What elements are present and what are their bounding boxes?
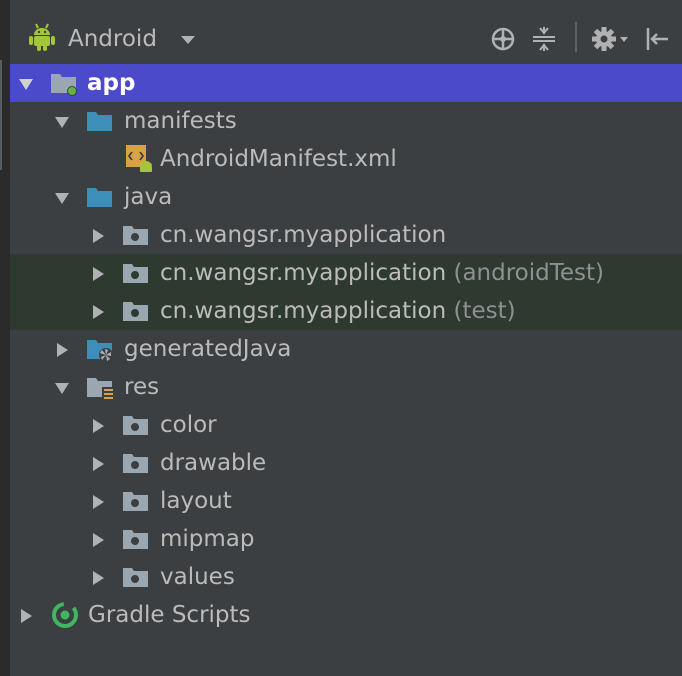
- module-folder-icon: [50, 70, 78, 96]
- tree-node-label: mipmap: [160, 526, 255, 552]
- tree-node-package-android-test[interactable]: cn.wangsr.myapplication (androidTest): [10, 254, 682, 292]
- expand-arrow-right-icon[interactable]: [90, 228, 106, 244]
- hide-panel-icon[interactable]: [642, 24, 672, 54]
- expand-arrow-right-icon[interactable]: [90, 456, 106, 472]
- expand-arrow-right-icon[interactable]: [90, 266, 106, 282]
- tree-node-label: cn.wangsr.myapplication (test): [160, 298, 516, 324]
- expand-arrow-right-icon[interactable]: [90, 418, 106, 434]
- folder-icon: [86, 108, 114, 134]
- toolbar-divider: [575, 22, 577, 52]
- generated-folder-icon: [86, 336, 114, 362]
- package-folder-icon: [122, 526, 150, 552]
- source-set-suffix: (test): [453, 298, 516, 324]
- source-set-suffix: (androidTest): [453, 260, 604, 286]
- tree-node-label: AndroidManifest.xml: [160, 146, 397, 172]
- package-folder-icon: [122, 564, 150, 590]
- resources-folder-icon: [86, 374, 114, 400]
- tree-node-label: java: [124, 184, 173, 210]
- locate-icon[interactable]: [488, 24, 518, 54]
- view-selector-dropdown[interactable]: Android: [28, 18, 195, 60]
- tree-node-android-manifest[interactable]: AndroidManifest.xml: [10, 140, 682, 178]
- tree-node-package-main[interactable]: cn.wangsr.myapplication: [10, 216, 682, 254]
- tree-node-generated-java[interactable]: generatedJava: [10, 330, 682, 368]
- tree-node-label: cn.wangsr.myapplication: [160, 222, 447, 248]
- tree-node-gradle-scripts[interactable]: Gradle Scripts: [10, 596, 682, 634]
- tree-node-label: cn.wangsr.myapplication (androidTest): [160, 260, 604, 286]
- tree-node-java[interactable]: java: [10, 178, 682, 216]
- tree-node-label: Gradle Scripts: [88, 602, 251, 628]
- package-name: cn.wangsr.myapplication: [160, 298, 447, 324]
- tree-node-values[interactable]: values: [10, 558, 682, 596]
- expand-arrow-right-icon[interactable]: [90, 570, 106, 586]
- tree-node-color[interactable]: color: [10, 406, 682, 444]
- project-toolbar: Android: [10, 0, 682, 65]
- expand-arrow-right-icon[interactable]: [90, 532, 106, 548]
- expand-arrow-down-icon[interactable]: [54, 190, 70, 206]
- package-folder-icon: [122, 450, 150, 476]
- folder-icon: [86, 184, 114, 210]
- expand-arrow-right-icon[interactable]: [18, 608, 34, 624]
- tree-node-label: generatedJava: [124, 336, 292, 362]
- project-panel: Android app manifests AndroidManifest.xm…: [0, 0, 682, 676]
- expand-arrow-right-icon[interactable]: [54, 342, 70, 358]
- tree-node-manifests[interactable]: manifests: [10, 102, 682, 140]
- package-folder-icon: [122, 222, 150, 248]
- gradle-icon: [50, 600, 80, 630]
- android-icon: [28, 22, 56, 56]
- tree-node-res[interactable]: res: [10, 368, 682, 406]
- project-tree: app manifests AndroidManifest.xml java c…: [10, 64, 682, 634]
- xml-file-icon: [124, 144, 154, 174]
- expand-arrow-right-icon[interactable]: [90, 304, 106, 320]
- package-folder-icon: [122, 260, 150, 286]
- tree-node-label: manifests: [124, 108, 237, 134]
- view-selector-label: Android: [68, 26, 157, 52]
- expand-arrow-down-icon[interactable]: [54, 114, 70, 130]
- tree-node-mipmap[interactable]: mipmap: [10, 520, 682, 558]
- tree-node-label: res: [124, 374, 160, 400]
- tree-node-package-test[interactable]: cn.wangsr.myapplication (test): [10, 292, 682, 330]
- package-folder-icon: [122, 298, 150, 324]
- tree-node-drawable[interactable]: drawable: [10, 444, 682, 482]
- left-gutter: [0, 0, 10, 676]
- tree-node-label: values: [160, 564, 235, 590]
- expand-arrow-down-icon[interactable]: [54, 380, 70, 396]
- gutter-bar: [0, 60, 2, 170]
- expand-arrow-right-icon[interactable]: [90, 494, 106, 510]
- collapse-all-icon[interactable]: [529, 24, 559, 54]
- expand-arrow-down-icon[interactable]: [18, 76, 34, 92]
- tree-node-label: layout: [160, 488, 232, 514]
- tree-node-layout[interactable]: layout: [10, 482, 682, 520]
- tree-node-label: color: [160, 412, 217, 438]
- gear-icon[interactable]: [590, 24, 630, 54]
- tree-node-label: app: [87, 70, 136, 96]
- dropdown-caret-icon: [180, 36, 195, 44]
- tree-node-app[interactable]: app: [10, 64, 682, 102]
- package-folder-icon: [122, 488, 150, 514]
- package-folder-icon: [122, 412, 150, 438]
- package-name: cn.wangsr.myapplication: [160, 260, 447, 286]
- tree-node-label: drawable: [160, 450, 267, 476]
